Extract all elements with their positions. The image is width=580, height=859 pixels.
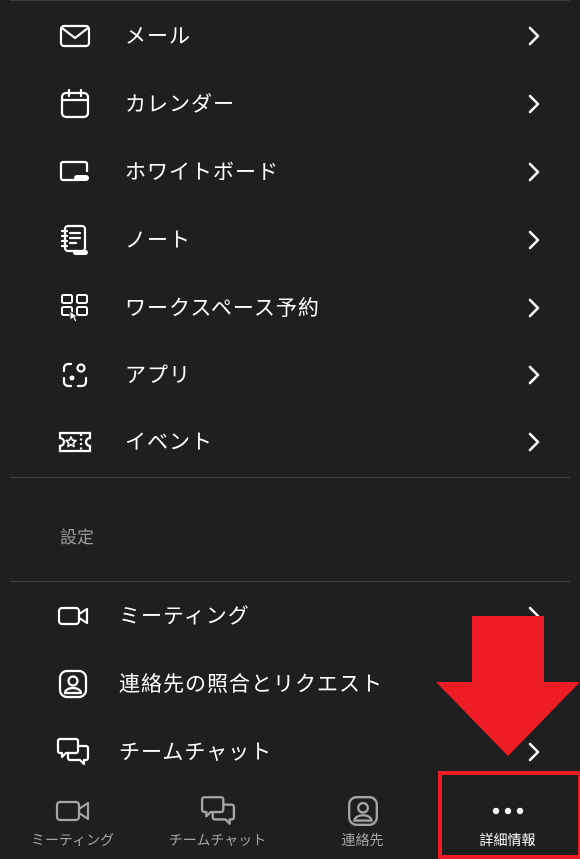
mail-icon (57, 18, 93, 54)
chat-icon (55, 734, 91, 770)
tab-label: ミーティング (30, 833, 115, 849)
menu-item-label: ノート (125, 228, 191, 252)
menu-item-events[interactable]: イベント (0, 408, 580, 476)
calendar-icon (57, 86, 93, 122)
menu-item-label: アプリ (125, 363, 191, 387)
tab-team-chat[interactable]: チームチャット (145, 777, 290, 857)
events-icon (57, 424, 93, 460)
contact-icon (345, 793, 381, 829)
menu-item-label: イベント (125, 430, 213, 454)
apps-icon (57, 357, 93, 393)
tab-contacts[interactable]: 連絡先 (290, 777, 435, 857)
menu-item-apps[interactable]: アプリ (0, 341, 580, 409)
annotation-highlight-box (438, 771, 580, 859)
video-camera-icon (55, 793, 91, 829)
tab-label: 連絡先 (341, 833, 384, 849)
chevron-right-icon (522, 361, 546, 389)
settings-item-label: 連絡先の照合とリクエスト (119, 672, 383, 696)
section-divider (10, 477, 570, 478)
menu-item-label: ワークスペース予約 (125, 296, 320, 320)
top-divider (10, 0, 570, 1)
chevron-right-icon (522, 22, 546, 50)
notes-icon (57, 222, 93, 258)
video-camera-icon (55, 598, 91, 634)
settings-section-header: 設定 (60, 528, 94, 548)
chevron-right-icon (522, 226, 546, 254)
chat-icon (200, 793, 236, 829)
annotation-arrow-down-icon (436, 616, 580, 756)
settings-item-label: チームチャット (119, 740, 273, 764)
menu-item-label: カレンダー (125, 92, 235, 116)
chevron-right-icon (522, 90, 546, 118)
chevron-right-icon (522, 294, 546, 322)
chevron-right-icon (522, 158, 546, 186)
menu-item-notes[interactable]: ノート (0, 206, 580, 274)
settings-item-label: ミーティング (119, 604, 250, 628)
tab-label: チームチャット (168, 833, 267, 849)
chevron-right-icon (522, 428, 546, 456)
menu-item-workspace-reservation[interactable]: ワークスペース予約 (0, 274, 580, 342)
menu-item-mail[interactable]: メール (0, 2, 580, 70)
whiteboard-icon (57, 154, 93, 190)
menu-item-whiteboard[interactable]: ホワイトボード (0, 138, 580, 206)
menu-item-label: メール (125, 24, 191, 48)
workspace-reservation-icon (57, 290, 93, 326)
menu-item-calendar[interactable]: カレンダー (0, 70, 580, 138)
tab-meeting[interactable]: ミーティング (0, 777, 145, 857)
menu-item-label: ホワイトボード (125, 160, 279, 184)
contact-icon (55, 666, 91, 702)
